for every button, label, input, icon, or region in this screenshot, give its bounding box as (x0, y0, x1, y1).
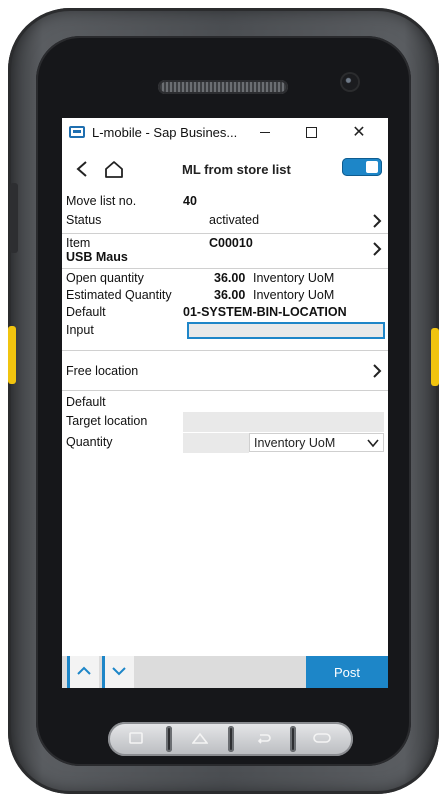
status-value: activated (209, 213, 260, 227)
app-navbar: ML from store list (62, 154, 388, 184)
item-name: USB Maus (66, 250, 128, 264)
key-divider (290, 726, 296, 752)
post-button[interactable]: Post (306, 656, 388, 688)
chevron-right-icon[interactable] (372, 364, 382, 378)
home-key[interactable] (190, 730, 210, 746)
unit-select[interactable]: Inventory UoM (249, 433, 384, 452)
bottom-action-bar: Post (62, 656, 388, 688)
chevron-down-icon (367, 439, 379, 448)
close-button[interactable]: ✕ (348, 122, 370, 142)
open-quantity-value: 36.00 (214, 271, 246, 285)
default-label: Default (66, 395, 106, 409)
chevron-right-icon[interactable] (372, 242, 382, 256)
status-label: Status (66, 213, 102, 227)
key-divider (166, 726, 172, 752)
estimated-quantity-unit: Inventory UoM (253, 288, 335, 302)
hardware-key-bar (108, 722, 353, 756)
window-titlebar: L-mobile - Sap Busines... ✕ (62, 118, 388, 146)
item-code: C00010 (209, 236, 253, 250)
arrow-up-icon (77, 666, 91, 675)
free-location-label: Free location (66, 364, 139, 378)
page-title: ML from store list (182, 162, 291, 177)
open-quantity-unit: Inventory UoM (253, 271, 335, 285)
status-row[interactable]: Status activated (66, 213, 384, 231)
estimated-quantity-value: 36.00 (214, 288, 246, 302)
divider (62, 390, 388, 391)
quantity-label: Quantity (66, 435, 113, 449)
target-location-field[interactable] (183, 412, 384, 432)
back-key[interactable] (254, 730, 274, 746)
front-camera (342, 74, 358, 90)
app-window-icon (69, 126, 85, 138)
item-row[interactable]: Item USB Maus C00010 (66, 236, 384, 266)
volume-rocker[interactable] (10, 183, 18, 253)
app-screen: L-mobile - Sap Busines... ✕ ML from stor… (62, 118, 388, 688)
quantity-field[interactable] (183, 433, 249, 453)
input-label: Input (66, 323, 94, 337)
quantity-row: Quantity Inventory UoM (66, 433, 384, 453)
home-icon[interactable] (104, 159, 124, 179)
chevron-right-icon[interactable] (372, 214, 382, 228)
estimated-quantity-label: Estimated Quantity (66, 288, 172, 302)
chevron-left-icon[interactable] (74, 160, 90, 178)
minimize-button[interactable] (254, 122, 276, 142)
recent-apps-key[interactable] (126, 730, 146, 746)
arrow-down-icon (112, 667, 126, 676)
move-list-label: Move list no. (66, 194, 137, 208)
earpiece-speaker (158, 80, 288, 94)
maximize-button[interactable] (300, 122, 322, 142)
move-list-value: 40 (183, 194, 197, 208)
open-quantity-label: Open quantity (66, 271, 144, 285)
item-label: Item (66, 236, 91, 250)
window-title: L-mobile - Sap Busines... (92, 125, 238, 140)
default-bin-value: 01-SYSTEM-BIN-LOCATION (183, 305, 347, 319)
input-row: Input (66, 322, 385, 342)
toggle-switch-icon[interactable] (342, 158, 382, 176)
divider (62, 350, 388, 351)
previous-button[interactable] (67, 656, 99, 688)
divider (62, 233, 388, 234)
bin-input-field[interactable] (187, 322, 385, 339)
unit-select-value: Inventory UoM (254, 436, 336, 450)
left-scan-key[interactable] (8, 326, 16, 384)
free-location-row[interactable]: Free location (66, 362, 384, 382)
divider (62, 268, 388, 269)
target-location-label: Target location (66, 414, 148, 428)
target-location-row: Target location (66, 412, 384, 432)
default-label: Default (66, 305, 106, 319)
next-button[interactable] (102, 656, 134, 688)
menu-key[interactable] (312, 730, 332, 746)
key-divider (228, 726, 234, 752)
right-scan-key[interactable] (431, 328, 439, 386)
